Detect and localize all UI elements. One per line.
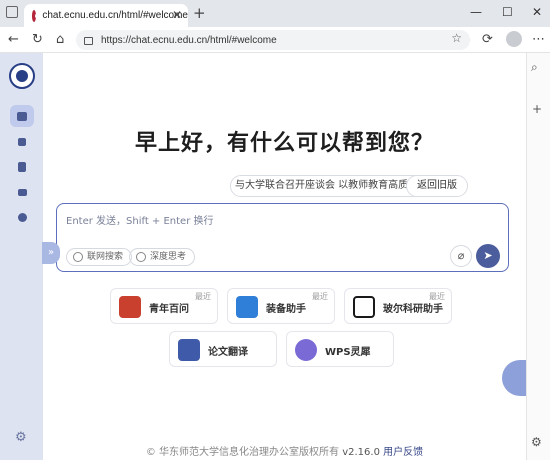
app-card-equipment-assistant[interactable]: 装备助手 最近 [227, 288, 335, 324]
settings-gear-icon[interactable]: ⚙ [531, 435, 542, 449]
card-label: 玻尔科研助手 [383, 304, 443, 315]
lock-icon [84, 37, 93, 45]
chat-input-box[interactable]: Enter 发送，Shift + Enter 换行 联网搜索 深度思考 ⌀ ➤ [56, 203, 509, 272]
browser-navbar: ← ↻ ⌂ https://chat.ecnu.edu.cn/html/#wel… [0, 27, 550, 53]
greeting-title: 早上好，有什么可以帮到您？ [134, 131, 434, 156]
close-window-button[interactable]: ✕ [532, 4, 542, 20]
deep-think-toggle[interactable]: 深度思考 [129, 248, 196, 266]
back-arrow-icon[interactable]: ← [8, 32, 19, 48]
maximize-button[interactable]: ☐ [502, 4, 513, 20]
browser-tab[interactable]: chat.ecnu.edu.cn/html/#welcome ✕ [24, 4, 188, 27]
favorite-star-icon[interactable]: ☆ [451, 31, 462, 45]
sidebar-settings-icon[interactable]: ⚙ [15, 430, 27, 445]
atom-icon [136, 252, 146, 262]
address-bar[interactable]: https://chat.ecnu.edu.cn/html/#welcome ☆ [76, 30, 470, 50]
app-card-youth-qa[interactable]: 青年百问 最近 [110, 288, 218, 324]
chat-bubble-icon [17, 111, 27, 121]
search-icon[interactable]: ⌕ [531, 60, 538, 75]
ecnu-favicon-icon [32, 9, 42, 22]
equipment-assistant-icon [236, 296, 258, 318]
minimize-button[interactable]: — [470, 4, 482, 20]
apps-icon [18, 138, 26, 146]
profile-avatar[interactable] [506, 31, 522, 47]
feedback-link[interactable]: 用户反馈 [383, 447, 423, 458]
wps-lingxi-icon [295, 339, 317, 361]
app-sidebar: ⚙ [0, 53, 43, 460]
plugin-icon [17, 212, 27, 222]
sidebar-item-edit[interactable] [10, 156, 34, 178]
ecnu-logo [9, 63, 35, 89]
sidebar-item-plugins[interactable] [10, 206, 34, 228]
refresh-icon[interactable]: ↻ [32, 32, 43, 48]
recent-tag: 最近 [312, 292, 328, 301]
footer-version: v2.16.0 [342, 447, 380, 458]
card-label: 论文翻译 [208, 347, 248, 358]
youth-qa-icon [119, 296, 141, 318]
extensions-icon[interactable]: ⟳ [482, 32, 493, 48]
home-icon[interactable]: ⌂ [56, 32, 64, 48]
card-label: 青年百问 [149, 304, 189, 315]
chat-input-placeholder: Enter 发送，Shift + Enter 换行 [66, 216, 214, 227]
sidebar-item-chat[interactable] [10, 105, 34, 127]
footer: © 华东师范大学信息化治理办公室版权所有 v2.16.0 用户反馈 [43, 443, 526, 458]
card-label: WPS灵犀 [325, 347, 371, 358]
announcement-marquee[interactable]: 与大学联合召开座谈会 以教师教育高质量发展推 [230, 175, 426, 197]
browser-side-panel: ⌕ + ⚙ [526, 53, 550, 460]
bohrium-logo-icon [353, 296, 375, 318]
tab-actions-icon[interactable] [6, 6, 18, 18]
footer-copyright: © 华东师范大学信息化治理办公室版权所有 [145, 447, 340, 458]
recent-tag: 最近 [195, 292, 211, 301]
back-to-old-version-button[interactable]: 返回旧版 [406, 175, 468, 197]
app-card-wps-lingxi[interactable]: WPS灵犀 [286, 331, 394, 367]
app-card-paper-translation[interactable]: 论文翻译 [169, 331, 277, 367]
web-search-toggle[interactable]: 联网搜索 [66, 248, 133, 266]
url-text: https://chat.ecnu.edu.cn/html/#welcome [101, 34, 277, 46]
deep-think-label: 深度思考 [150, 252, 187, 262]
recent-tag: 最近 [429, 292, 445, 301]
browser-titlebar: chat.ecnu.edu.cn/html/#welcome ✕ + — ☐ ✕ [0, 0, 550, 27]
card-label: 装备助手 [266, 304, 306, 315]
attach-paperclip-button[interactable]: ⌀ [450, 245, 472, 267]
new-tab-button[interactable]: + [193, 5, 206, 21]
web-search-label: 联网搜索 [87, 252, 124, 262]
edit-icon [18, 162, 26, 172]
more-menu-icon[interactable]: ⋯ [532, 32, 545, 48]
sidebar-item-apps[interactable] [10, 131, 34, 153]
close-tab-icon[interactable]: ✕ [172, 8, 182, 22]
add-icon[interactable]: + [532, 102, 542, 116]
tab-title: chat.ecnu.edu.cn/html/#welcome [42, 10, 188, 21]
translation-icon [178, 339, 200, 361]
send-button[interactable]: ➤ [476, 244, 500, 268]
app-card-bohrium-research[interactable]: 玻尔科研助手 最近 [344, 288, 452, 324]
expand-sidebar-chevron-icon[interactable]: » [42, 242, 60, 264]
globe-icon [73, 252, 83, 262]
tools-icon [17, 188, 27, 196]
sidebar-item-tools[interactable] [10, 181, 34, 203]
main-content: 早上好，有什么可以帮到您？ 与大学联合召开座谈会 以教师教育高质量发展推 返回旧… [42, 53, 526, 460]
